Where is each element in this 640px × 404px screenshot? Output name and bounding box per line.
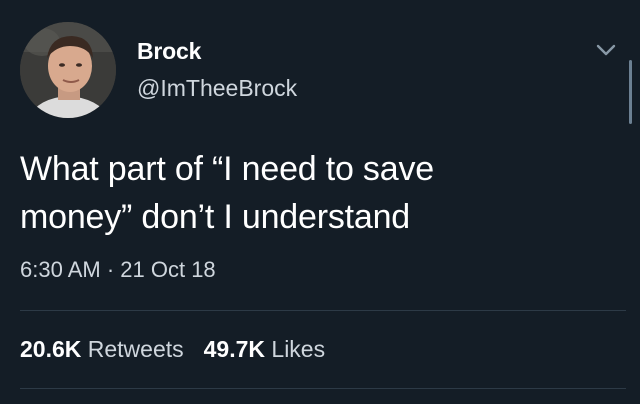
likes-count: 49.7K: [203, 336, 266, 362]
divider: [20, 310, 626, 311]
tweet-text: What part of “I need to save money” don’…: [20, 150, 434, 236]
author-handle[interactable]: @ImTheeBrock: [137, 75, 297, 102]
avatar[interactable]: [20, 22, 116, 118]
author-display-name[interactable]: Brock: [137, 38, 201, 65]
divider: [20, 388, 626, 389]
likes-stat[interactable]: 49.7K Likes: [204, 336, 325, 362]
engagement-stats: 20.6K Retweets 49.7K Likes: [20, 336, 325, 363]
retweets-stat[interactable]: 20.6K Retweets: [20, 336, 184, 362]
chevron-down-icon[interactable]: [592, 36, 620, 64]
scrollbar[interactable]: [629, 60, 632, 124]
tweet-timestamp[interactable]: 6:30 AM · 21 Oct 18: [20, 257, 216, 283]
tweet-card: Brock @ImTheeBrock What part of “I need …: [0, 0, 640, 404]
profile-photo: [20, 22, 116, 118]
retweets-count: 20.6K: [20, 336, 82, 362]
likes-label: Likes: [271, 336, 326, 362]
retweets-label: Retweets: [87, 336, 184, 362]
